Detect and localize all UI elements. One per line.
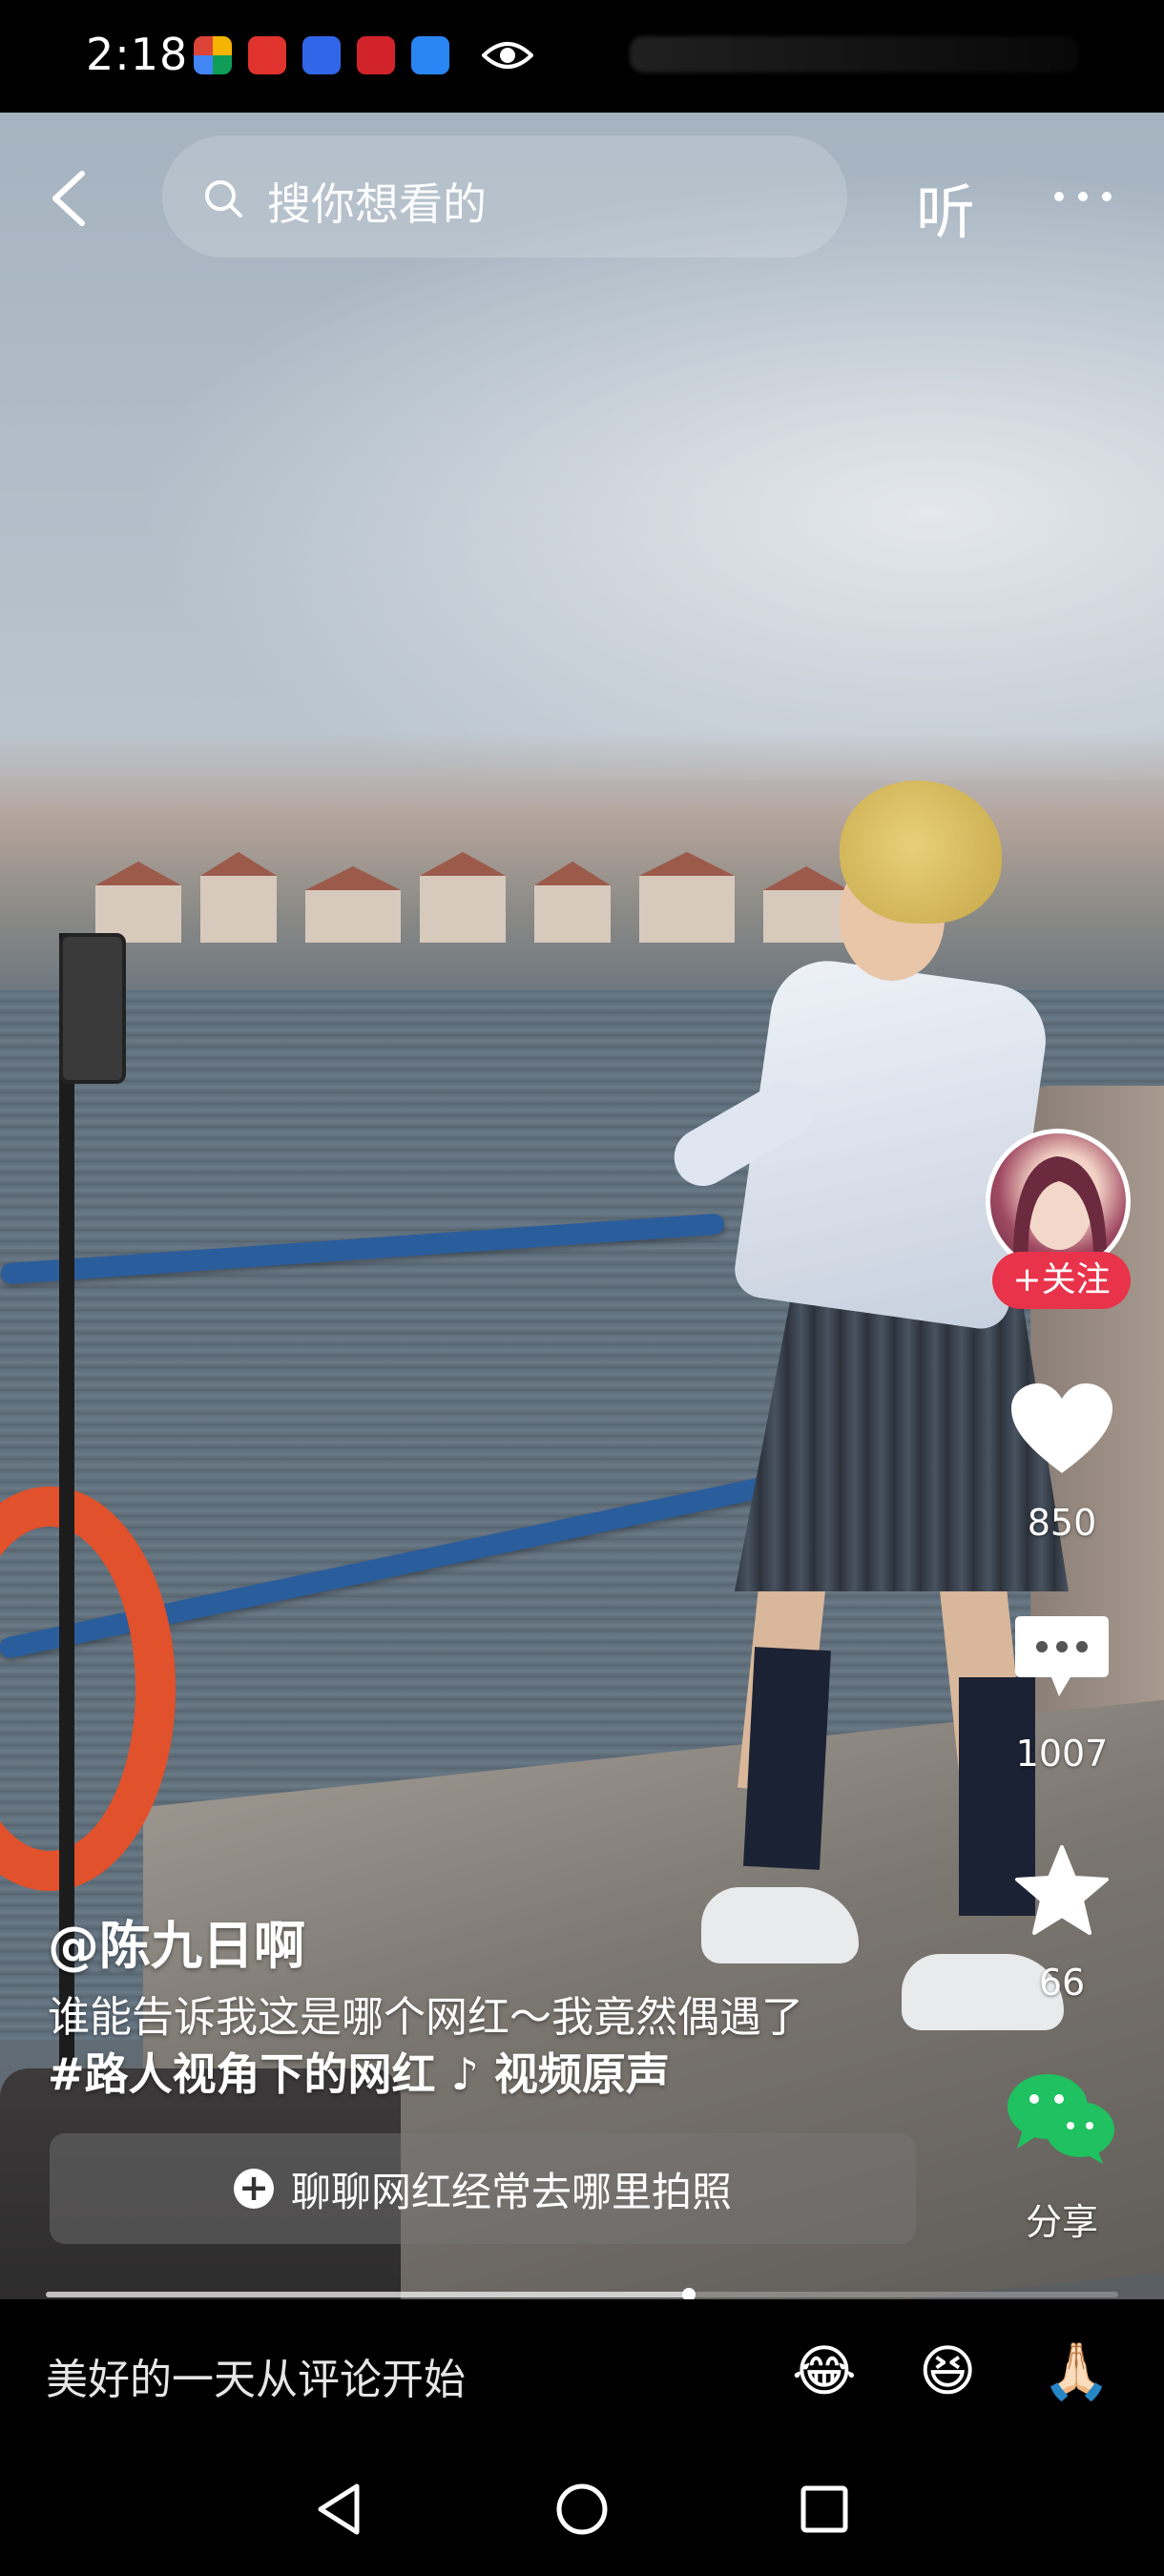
status-time: 2:18: [86, 29, 189, 80]
video-progress-bar[interactable]: [46, 2288, 1118, 2301]
system-navigation-bar: [0, 2442, 1164, 2576]
app-notification-icon: [411, 36, 449, 74]
home-circle-icon[interactable]: [553, 2481, 611, 2538]
phone-on-tripod: [59, 933, 126, 1084]
like-count: 850: [1027, 1502, 1097, 1544]
laugh-cry-emoji-button[interactable]: 😂: [792, 2337, 857, 2404]
blurred-status-area: [630, 36, 1078, 73]
more-options-icon[interactable]: [1050, 168, 1116, 225]
follow-button[interactable]: +关注: [992, 1252, 1131, 1309]
progress-fill: [46, 2292, 690, 2297]
back-arrow-icon[interactable]: [46, 170, 94, 227]
grin-emoji-button[interactable]: 😆: [919, 2337, 976, 2404]
comment-count: 1007: [1015, 1733, 1109, 1775]
app-notification-icon: [248, 36, 286, 74]
buildings: [95, 852, 849, 943]
topic-suggestion[interactable]: + 聊聊网红经常去哪里拍照: [50, 2133, 916, 2244]
topic-suggestion-label: 聊聊网红经常去哪里拍照: [290, 2168, 732, 2215]
author-name[interactable]: @陈九日啊: [48, 1903, 305, 1979]
star-icon[interactable]: [1011, 1843, 1112, 1939]
music-link[interactable]: ♪ 视频原声: [451, 2048, 670, 2100]
caption-tags: #路人视角下的网红 ♪ 视频原声: [48, 2040, 670, 2103]
hashtag-link[interactable]: #路人视角下的网红: [48, 2048, 436, 2100]
comment-input[interactable]: 美好的一天从评论开始: [46, 2345, 466, 2406]
recents-square-icon[interactable]: [796, 2481, 853, 2538]
search-icon: [205, 180, 242, 218]
status-bar: 2:18: [0, 0, 1164, 113]
comment-icon[interactable]: [1011, 1612, 1112, 1704]
pray-emoji-button[interactable]: 🙏🏻: [1042, 2337, 1111, 2404]
app-notification-icon: [302, 36, 341, 74]
back-triangle-icon[interactable]: [311, 2481, 368, 2538]
search-placeholder: 搜你想看的: [267, 178, 487, 230]
favorite-count: 66: [1038, 1962, 1086, 2004]
app-notification-icon: [194, 36, 232, 74]
listen-button[interactable]: 听: [916, 164, 975, 250]
sock: [743, 1647, 831, 1870]
share-label: 分享: [1025, 2201, 1098, 2243]
plus-circle-icon: +: [233, 2169, 274, 2209]
wechat-share-icon[interactable]: [1004, 2070, 1118, 2166]
search-bar[interactable]: 搜你想看的: [162, 135, 847, 258]
app-notification-icon: [357, 36, 395, 74]
sneaker: [701, 1887, 859, 1963]
video-description: 谁能告诉我这是哪个网红～我竟然偶遇了: [48, 1993, 803, 2042]
avatar-portrait: [1012, 1156, 1108, 1269]
heart-icon[interactable]: [1009, 1381, 1114, 1477]
comment-bar: 美好的一天从评论开始 😂 😆 🙏🏻: [0, 2299, 1164, 2442]
eye-icon: [482, 42, 533, 69]
